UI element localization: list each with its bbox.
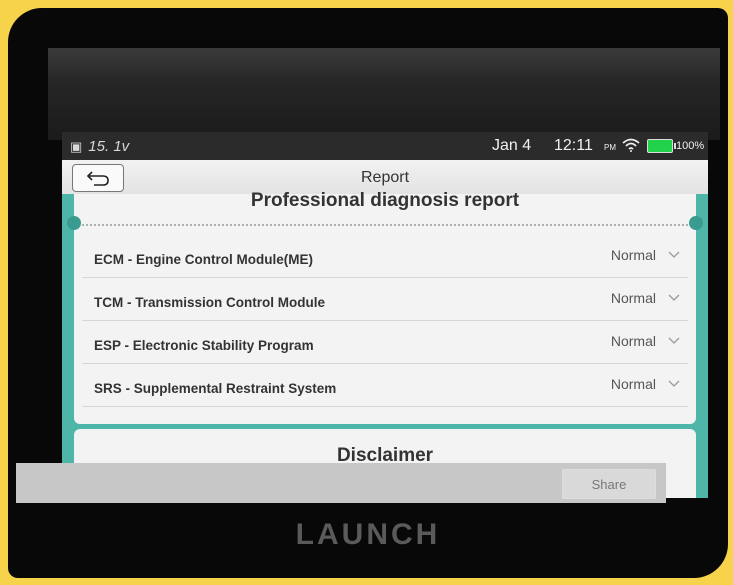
photo-frame: ▣ 15. 1v Jan 4 12:11 PM 100% Report Prof…: [8, 8, 728, 578]
module-row[interactable]: ESP - Electronic Stability Program Norma…: [82, 320, 688, 364]
chevron-down-icon[interactable]: [668, 251, 680, 259]
status-left: ▣ 15. 1v: [70, 138, 129, 155]
module-row[interactable]: ECM - Engine Control Module(ME) Normal: [82, 234, 688, 278]
status-date: Jan 4: [492, 137, 532, 154]
status-time: 12:11: [554, 137, 593, 154]
module-name: ESP - Electronic Stability Program: [94, 338, 314, 353]
battery-percent: 100%: [676, 140, 705, 152]
card-notch-right: [689, 216, 703, 230]
page-title: Report: [360, 169, 410, 186]
chevron-down-icon[interactable]: [668, 380, 680, 388]
module-status: Normal: [610, 376, 656, 392]
share-button[interactable]: Share: [562, 469, 656, 499]
gallery-icon: ▣: [70, 139, 83, 154]
chevron-down-icon[interactable]: [668, 294, 680, 302]
module-row[interactable]: TCM - Transmission Control Module Normal: [82, 277, 688, 321]
device-bezel: [48, 48, 720, 140]
status-bar: ▣ 15. 1v Jan 4 12:11 PM 100%: [62, 132, 708, 160]
dotted-divider: [82, 224, 688, 226]
report-heading: Professional diagnosis report: [250, 190, 520, 211]
module-row[interactable]: SRS - Supplemental Restraint System Norm…: [82, 363, 688, 407]
module-status: Normal: [610, 247, 656, 263]
battery-icon: [647, 139, 676, 153]
module-name: SRS - Supplemental Restraint System: [94, 381, 337, 396]
module-name: ECM - Engine Control Module(ME): [94, 252, 313, 267]
card-notch-left: [67, 216, 81, 230]
device-brand-logo: LAUNCH: [295, 518, 441, 551]
chevron-down-icon[interactable]: [668, 337, 680, 345]
status-ampm: PM: [604, 143, 616, 152]
report-area[interactable]: Professional diagnosis report ECM - Engi…: [62, 190, 708, 498]
bottom-bar: Share: [16, 463, 666, 503]
device-screen: ▣ 15. 1v Jan 4 12:11 PM 100% Report Prof…: [62, 132, 708, 498]
module-status: Normal: [610, 333, 656, 349]
module-name: TCM - Transmission Control Module: [94, 295, 326, 310]
report-card: Professional diagnosis report ECM - Engi…: [67, 190, 703, 424]
module-status: Normal: [610, 290, 656, 306]
status-left-text: 15. 1v: [88, 138, 130, 155]
wifi-icon: [622, 138, 640, 152]
